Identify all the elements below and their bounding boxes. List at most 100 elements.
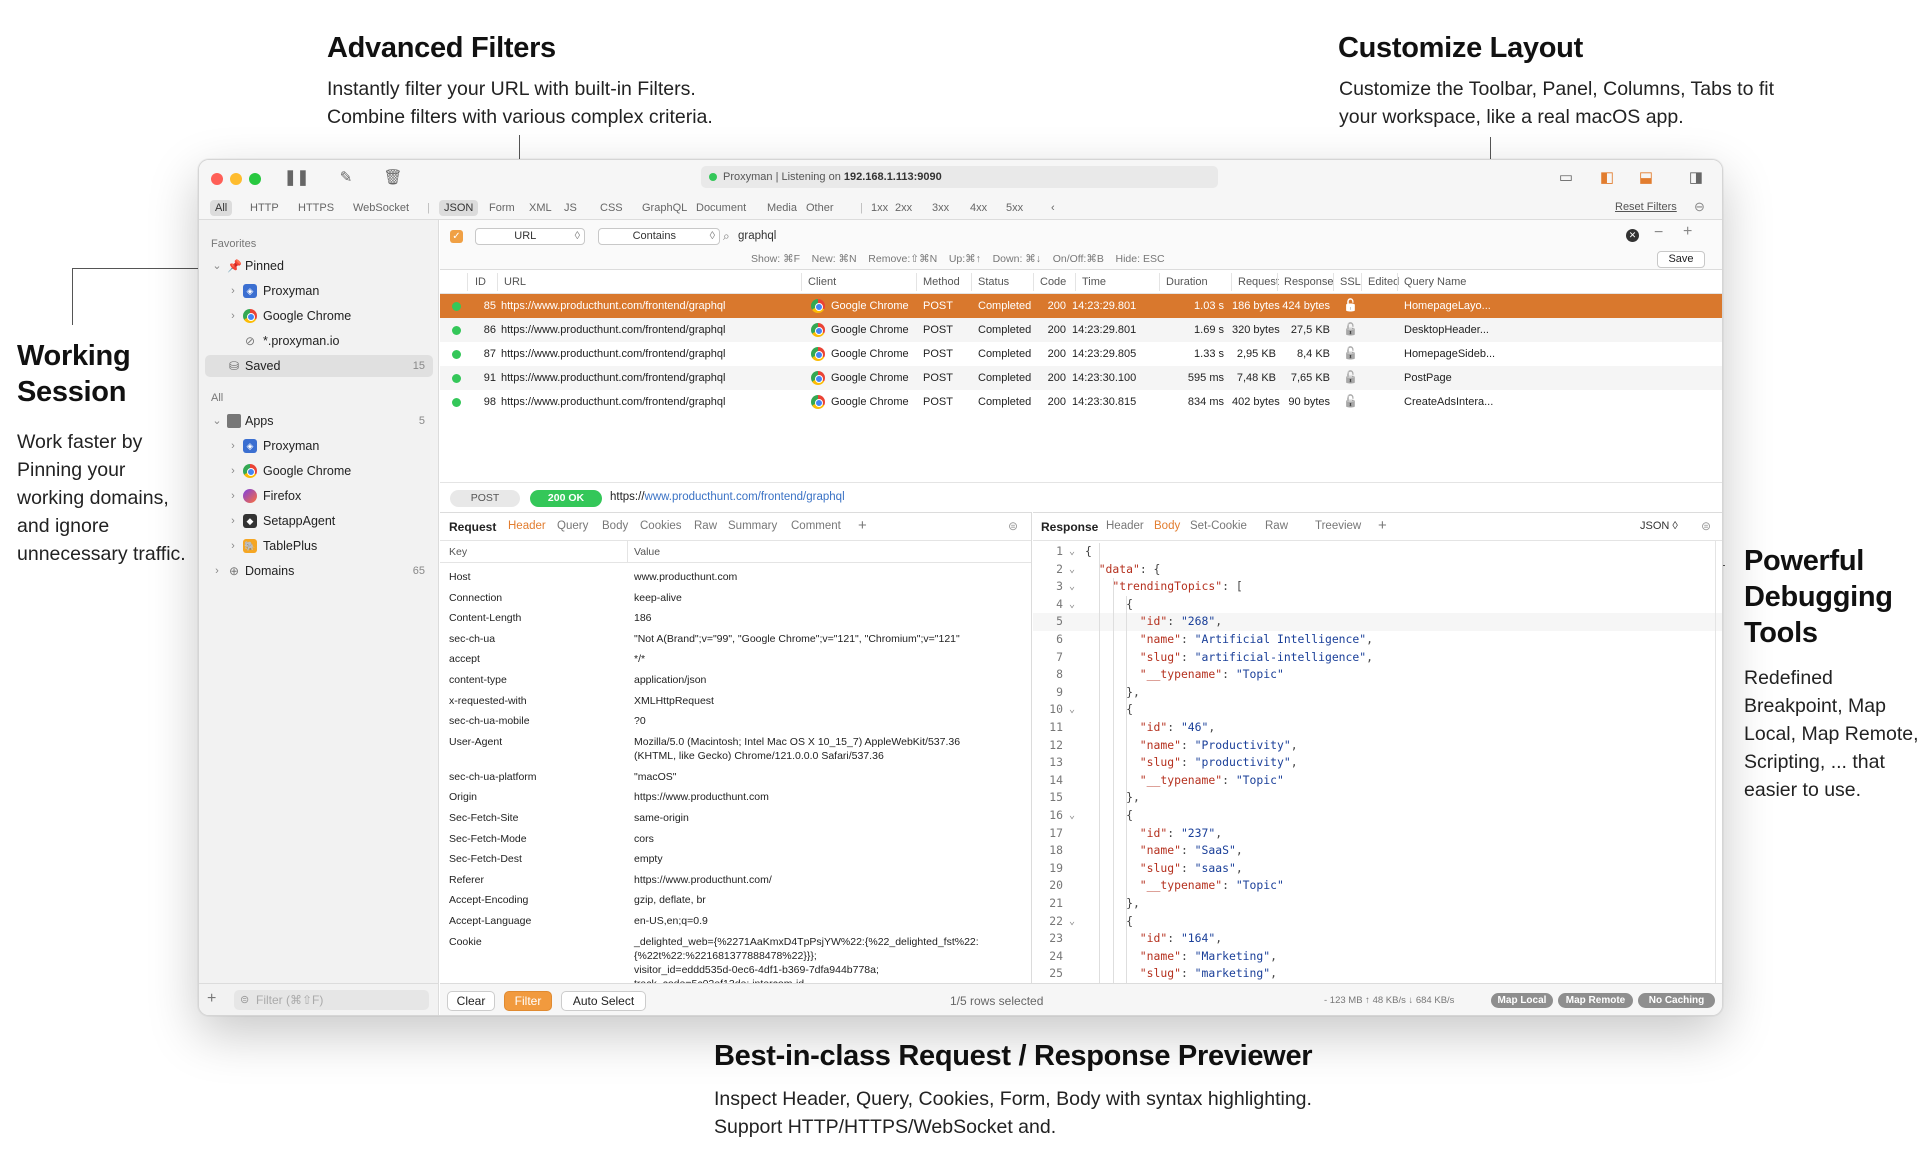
filter-tab-https[interactable]: HTTPS (293, 200, 339, 216)
column-header-request[interactable]: Request (1238, 276, 1279, 288)
save-filter-button[interactable]: Save (1657, 251, 1705, 268)
fold-chevron-icon[interactable]: ⌄ (1069, 913, 1075, 931)
tab-request-query[interactable]: Query (557, 520, 588, 532)
close-window-button[interactable] (211, 173, 223, 185)
filter-field-select[interactable]: URL ◊ (475, 228, 585, 245)
zoom-window-button[interactable] (249, 173, 261, 185)
column-divider[interactable] (801, 273, 802, 291)
filter-tab-all[interactable]: All (210, 200, 233, 216)
pause-icon[interactable]: ❚❚ (284, 168, 309, 186)
column-header-method[interactable]: Method (923, 276, 960, 288)
column-header-duration[interactable]: Duration (1166, 276, 1208, 288)
clear-search-icon[interactable]: ✕ (1626, 229, 1639, 242)
ssl-unlocked-icon[interactable]: 🔓 (1343, 323, 1358, 336)
chevron-right-icon[interactable]: › (227, 435, 239, 457)
filter-tab-media[interactable]: Media (762, 200, 802, 216)
compose-icon[interactable]: ✎ (336, 168, 356, 186)
trash-icon[interactable]: 🗑 (383, 168, 403, 186)
table-row[interactable]: 85 https://www.producthunt.com/frontend/g… (440, 294, 1722, 318)
add-tab-icon[interactable]: + (858, 517, 867, 534)
toggle-sidebar-icon[interactable]: ◧ (1597, 168, 1617, 186)
column-header-time[interactable]: Time (1082, 276, 1106, 288)
chevron-down-icon[interactable]: ⌄ (211, 410, 223, 432)
toggle-bottom-panel-icon[interactable]: ⬓ (1636, 168, 1656, 186)
column-header-status[interactable]: Status (978, 276, 1009, 288)
chevron-right-icon[interactable]: › (227, 305, 239, 327)
tab-request-raw[interactable]: Raw (694, 520, 717, 532)
column-divider[interactable] (1333, 273, 1334, 291)
filter-button[interactable]: Filter (504, 991, 552, 1011)
editor-scrollbar[interactable] (1715, 541, 1716, 983)
add-icon[interactable]: + (207, 990, 216, 1008)
map-remote-chip[interactable]: Map Remote (1558, 993, 1633, 1008)
more-options-icon[interactable]: ⊖ (1694, 199, 1705, 215)
fold-chevron-icon[interactable]: ⌄ (1069, 807, 1075, 825)
tab-response-treeview[interactable]: Treeview (1315, 520, 1361, 532)
tab-request-header[interactable]: Header (508, 520, 546, 532)
chevron-right-icon[interactable]: › (211, 560, 223, 582)
filter-tab-5xx[interactable]: 5xx (1001, 200, 1028, 216)
table-row[interactable]: 98 https://www.producthunt.com/frontend/g… (440, 390, 1722, 414)
filter-tab-http[interactable]: HTTP (245, 200, 284, 216)
chevron-right-icon[interactable]: › (227, 280, 239, 302)
filter-tab-3xx[interactable]: 3xx (927, 200, 954, 216)
chevron-right-icon[interactable]: › (227, 485, 239, 507)
column-divider[interactable] (1361, 273, 1362, 291)
column-divider[interactable] (1397, 273, 1398, 291)
auto-select-button[interactable]: Auto Select (561, 991, 646, 1011)
filter-tab-2xx[interactable]: 2xx (890, 200, 917, 216)
fold-chevron-icon[interactable]: ⌄ (1069, 578, 1075, 596)
column-divider[interactable] (1159, 273, 1160, 291)
filter-operator-select[interactable]: Contains ◊ (598, 228, 720, 245)
filter-tab-4xx[interactable]: 4xx (965, 200, 992, 216)
filter-tab-css[interactable]: CSS (595, 200, 628, 216)
table-row[interactable]: 87 https://www.producthunt.com/frontend/g… (440, 342, 1722, 366)
sidebar-filter-input[interactable]: ⊜ Filter (⌘⇧F) (234, 990, 429, 1010)
tab-request-cookies[interactable]: Cookies (640, 520, 682, 532)
add-filter-icon[interactable]: + (1683, 223, 1692, 241)
fold-chevron-icon[interactable]: ⌄ (1069, 561, 1075, 579)
sidebar-item-app-proxyman[interactable]: › ◈ Proxyman (205, 435, 433, 457)
tab-response-set-cookie[interactable]: Set-Cookie (1190, 520, 1247, 532)
filter-tab-form[interactable]: Form (484, 200, 520, 216)
column-header-ssl[interactable]: SSL (1340, 276, 1361, 288)
column-divider[interactable] (1231, 273, 1232, 291)
clear-button[interactable]: Clear (447, 991, 495, 1011)
ssl-unlocked-icon[interactable]: 🔓 (1343, 347, 1358, 360)
remove-filter-icon[interactable]: − (1654, 224, 1663, 242)
response-format-select[interactable]: JSON ◊ (1640, 520, 1678, 532)
sidebar-item-pinned-chrome[interactable]: › Google Chrome (205, 305, 433, 327)
tab-request-body[interactable]: Body (602, 520, 628, 532)
request-url[interactable]: https://www.producthunt.com/frontend/gra… (610, 491, 845, 503)
filter-search-input[interactable]: graphql (738, 228, 1640, 245)
tab-response-body[interactable]: Body (1154, 520, 1180, 532)
chevron-right-icon[interactable]: › (227, 460, 239, 482)
filter-tab-graphql[interactable]: GraphQL (637, 200, 692, 216)
column-divider[interactable] (971, 273, 972, 291)
column-divider[interactable] (497, 273, 498, 291)
no-caching-chip[interactable]: No Caching (1638, 993, 1715, 1008)
sidebar-item-app-chrome[interactable]: › Google Chrome (205, 460, 433, 482)
response-options-icon[interactable]: ⊜ (1701, 519, 1711, 533)
table-row[interactable]: 86 https://www.producthunt.com/frontend/g… (440, 318, 1722, 342)
sidebar-item-pinned[interactable]: ⌄ 📌 Pinned (205, 255, 433, 277)
ssl-unlocked-icon[interactable]: 🔓 (1343, 371, 1358, 384)
chevron-down-icon[interactable]: ⌄ (211, 255, 223, 277)
reset-filters-link[interactable]: Reset Filters (1615, 201, 1677, 213)
column-header-response[interactable]: Response (1284, 276, 1334, 288)
sidebar-item-saved[interactable]: ⛁ Saved 15 (205, 355, 433, 377)
filter-tab-json[interactable]: JSON (439, 200, 479, 216)
collapse-filters-icon[interactable]: ‹ (1046, 200, 1060, 216)
column-header-id[interactable]: ID (475, 276, 486, 288)
tab-request-summary[interactable]: Summary (728, 520, 777, 532)
column-divider[interactable] (1033, 273, 1034, 291)
column-header-query-name[interactable]: Query Name (1404, 276, 1466, 288)
sidebar-item-domains[interactable]: › ⊕ Domains 65 (205, 560, 433, 582)
column-header-edited[interactable]: Edited (1368, 276, 1399, 288)
column-divider[interactable] (916, 273, 917, 291)
column-header-code[interactable]: Code (1040, 276, 1066, 288)
sidebar-item-app-tableplus[interactable]: › 🐘 TablePlus (205, 535, 433, 557)
sidebar-item-app-setapp[interactable]: › ◆ SetappAgent (205, 510, 433, 532)
table-row[interactable]: 91 https://www.producthunt.com/frontend/g… (440, 366, 1722, 390)
sidebar-item-apps[interactable]: ⌄ Apps 5 (205, 410, 433, 432)
